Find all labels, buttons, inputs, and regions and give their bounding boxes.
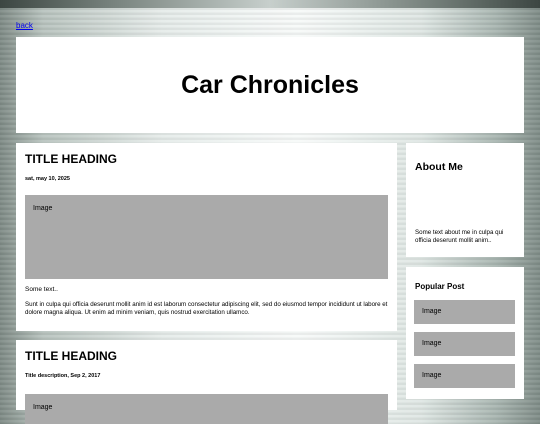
- blog-post: TITLE HEADING sat, may 10, 2025 Image So…: [16, 143, 397, 331]
- post-image-placeholder: Image: [25, 394, 388, 424]
- post-summary: Some text..: [25, 286, 58, 293]
- post-body: Sunt in culpa qui officia deserunt molli…: [25, 301, 388, 316]
- image-label: Image: [422, 372, 442, 379]
- popular-post-card: Popular Post Image Image Image: [406, 267, 524, 399]
- popular-post-item[interactable]: Image: [414, 300, 515, 324]
- image-label: Image: [422, 308, 442, 315]
- post-date: Title description, Sep 2, 2017: [25, 373, 101, 379]
- post-title: TITLE HEADING: [25, 349, 117, 363]
- popular-post-item[interactable]: Image: [414, 364, 515, 388]
- image-label: Image: [33, 205, 53, 212]
- about-text: Some text about me in culpa qui officia …: [415, 229, 504, 244]
- back-link[interactable]: back: [16, 21, 33, 30]
- popular-title: Popular Post: [415, 282, 465, 291]
- post-date: sat, may 10, 2025: [25, 176, 70, 182]
- site-header: Car Chronicles: [16, 37, 524, 133]
- image-label: Image: [422, 340, 442, 347]
- post-image-placeholder: Image: [25, 195, 388, 279]
- site-title: Car Chronicles: [181, 70, 359, 99]
- popular-post-item[interactable]: Image: [414, 332, 515, 356]
- image-label: Image: [33, 404, 53, 411]
- top-decorative-strip: [0, 0, 540, 8]
- blog-post: TITLE HEADING Title description, Sep 2, …: [16, 340, 397, 424]
- post-title: TITLE HEADING: [25, 152, 117, 166]
- about-me-card: About Me Some text about me in culpa qui…: [406, 143, 524, 257]
- about-title: About Me: [415, 161, 463, 173]
